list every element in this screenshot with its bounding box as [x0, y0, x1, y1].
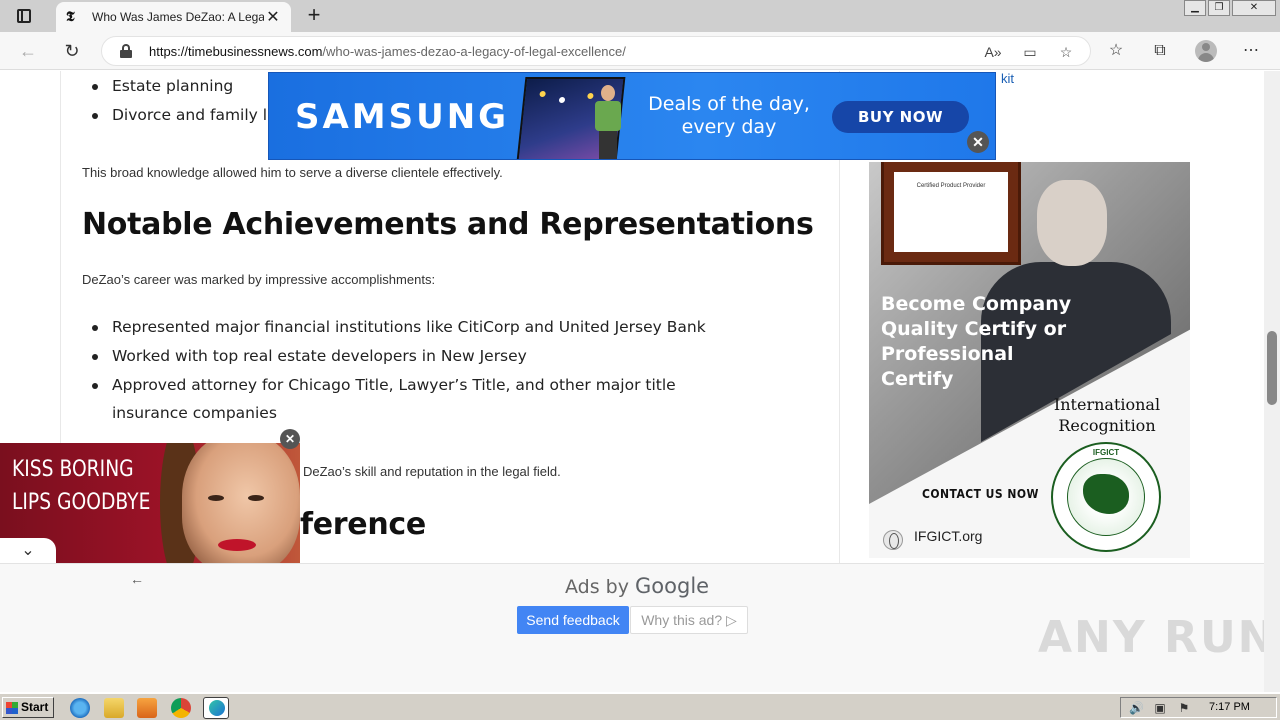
lips-ad-headline: KISS BORING LIPS GOODBYE: [12, 457, 151, 515]
ad-slogan: Become Company Quality Certify or Profes…: [881, 293, 1072, 390]
media-player-icon[interactable]: [137, 698, 157, 718]
ad-back-icon[interactable]: ←: [130, 571, 144, 587]
close-lips-ad-icon[interactable]: ✕: [280, 429, 300, 449]
seal-title: IFGICT: [1092, 448, 1120, 457]
article-paragraph: DeZao’s career was marked by impressive …: [82, 272, 436, 287]
scrollbar-thumb[interactable]: [1267, 331, 1277, 405]
network-icon[interactable]: ▣: [1153, 701, 1167, 715]
screen: 𝕿 Who Was James DeZao: A Legacy of Legal…: [0, 0, 1280, 720]
list-item: Worked with top real estate developers i…: [92, 342, 752, 371]
start-button[interactable]: Start: [2, 697, 54, 718]
anyrun-watermark: ANY RUN: [1038, 612, 1277, 663]
chevron-down-icon[interactable]: ⌄: [0, 538, 56, 564]
ads-by-text: Ads by: [565, 576, 629, 598]
lock-icon[interactable]: [120, 44, 132, 58]
immersive-reader-icon[interactable]: ▭: [1019, 43, 1041, 61]
globe-icon: [883, 530, 903, 550]
ifgict-sidebar-ad[interactable]: Certified Product Provider Become Compan…: [869, 162, 1190, 558]
recognition-text: International Recognition: [1053, 395, 1161, 435]
list-item: Divorce and family law: [92, 101, 289, 130]
collections-icon[interactable]: ⧉: [1149, 41, 1171, 61]
samsung-banner-ad[interactable]: SAMSUNG Deals of the day, every day BUY …: [268, 72, 996, 160]
sidebar-link[interactable]: kit: [1001, 71, 1014, 86]
restore-icon[interactable]: ❐: [1208, 0, 1230, 16]
samsung-logo: SAMSUNG: [295, 97, 510, 137]
profile-icon[interactable]: [1195, 40, 1217, 62]
new-tab-button[interactable]: +: [302, 4, 326, 28]
practice-areas-list: Estate planning Divorce and family law: [92, 72, 289, 130]
address-bar[interactable]: https://timebusinessnews.com/who-was-jam…: [101, 36, 1091, 66]
article-paragraph: This broad knowledge allowed him to serv…: [82, 165, 503, 180]
contact-us-link[interactable]: CONTACT US NOW: [922, 487, 1039, 501]
ads-by-google-label: Ads by Google: [565, 574, 709, 598]
edge-taskbar-button[interactable]: [203, 697, 229, 719]
person-figure-image: [591, 85, 625, 159]
certificate-image: Certified Product Provider: [881, 162, 1021, 265]
address-toolbar: ← ↻ https://timebusinessnews.com/who-was…: [0, 32, 1280, 70]
achievements-list: Represented major financial institutions…: [92, 313, 752, 428]
ifgict-seal-logo: IFGICT: [1051, 442, 1161, 552]
list-item: Represented major financial institutions…: [92, 313, 752, 342]
section-heading: Notable Achievements and Representations: [82, 207, 814, 242]
url-host: https://timebusinessnews.com: [149, 44, 323, 59]
ad-tagline: Deals of the day, every day: [648, 93, 810, 138]
browser-tab[interactable]: 𝕿 Who Was James DeZao: A Legacy of Legal…: [56, 2, 291, 32]
url-path: /who-was-james-dezao-a-legacy-of-legal-e…: [322, 44, 626, 59]
list-item: Estate planning: [92, 72, 289, 101]
tab-actions-icon[interactable]: [8, 4, 40, 28]
close-ad-icon[interactable]: ✕: [967, 131, 989, 153]
site-favicon-icon: 𝕿: [66, 9, 75, 25]
page-scrollbar[interactable]: [1264, 71, 1280, 692]
tab-title: Who Was James DeZao: A Legacy of Legal E…: [92, 10, 264, 24]
browser-titlebar: 𝕿 Who Was James DeZao: A Legacy of Legal…: [0, 0, 1280, 32]
url-text[interactable]: https://timebusinessnews.com/who-was-jam…: [149, 44, 626, 59]
windows-taskbar: Start 🔊 ▣ ⚑ 7:17 PM: [0, 693, 1280, 720]
model-eye-right: [248, 495, 264, 501]
back-icon[interactable]: ←: [15, 39, 41, 63]
article-paragraph-partial: DeZao’s skill and reputation in the lega…: [303, 464, 561, 479]
edge-icon: [209, 700, 225, 716]
add-favorite-icon[interactable]: ☆: [1055, 43, 1077, 61]
google-logo: Google: [635, 574, 710, 598]
system-tray: 🔊 ▣ ⚑ 7:17 PM: [1120, 697, 1277, 718]
flag-icon[interactable]: ⚑: [1177, 701, 1191, 715]
model-lips: [218, 539, 256, 551]
businessman-head-image: [1037, 180, 1107, 266]
list-item: Approved attorney for Chicago Title, Law…: [92, 371, 752, 429]
read-aloud-icon[interactable]: A»: [982, 43, 1004, 61]
ie-icon[interactable]: [70, 698, 90, 718]
window-close-icon[interactable]: ✕: [1232, 0, 1276, 16]
ad-site-link[interactable]: IFGICT.org: [914, 528, 982, 544]
why-this-ad-button[interactable]: Why this ad? ▷: [630, 606, 748, 634]
taskbar-clock: 7:17 PM: [1209, 701, 1250, 713]
explorer-icon[interactable]: [104, 698, 124, 718]
send-feedback-button[interactable]: Send feedback: [517, 606, 629, 634]
buy-now-button[interactable]: BUY NOW: [832, 101, 969, 133]
section-heading-partial: ference: [300, 507, 426, 542]
chrome-icon[interactable]: [171, 698, 191, 718]
more-icon[interactable]: ⋯: [1240, 41, 1262, 61]
certificate-text: Certified Product Provider: [916, 183, 986, 189]
model-eye-left: [208, 495, 224, 501]
tab-close-icon[interactable]: ✕: [265, 7, 281, 27]
favorites-icon[interactable]: ☆: [1105, 41, 1127, 61]
minimize-icon[interactable]: ▁: [1184, 0, 1206, 16]
refresh-icon[interactable]: ↻: [59, 39, 85, 63]
volume-icon[interactable]: 🔊: [1129, 701, 1144, 715]
